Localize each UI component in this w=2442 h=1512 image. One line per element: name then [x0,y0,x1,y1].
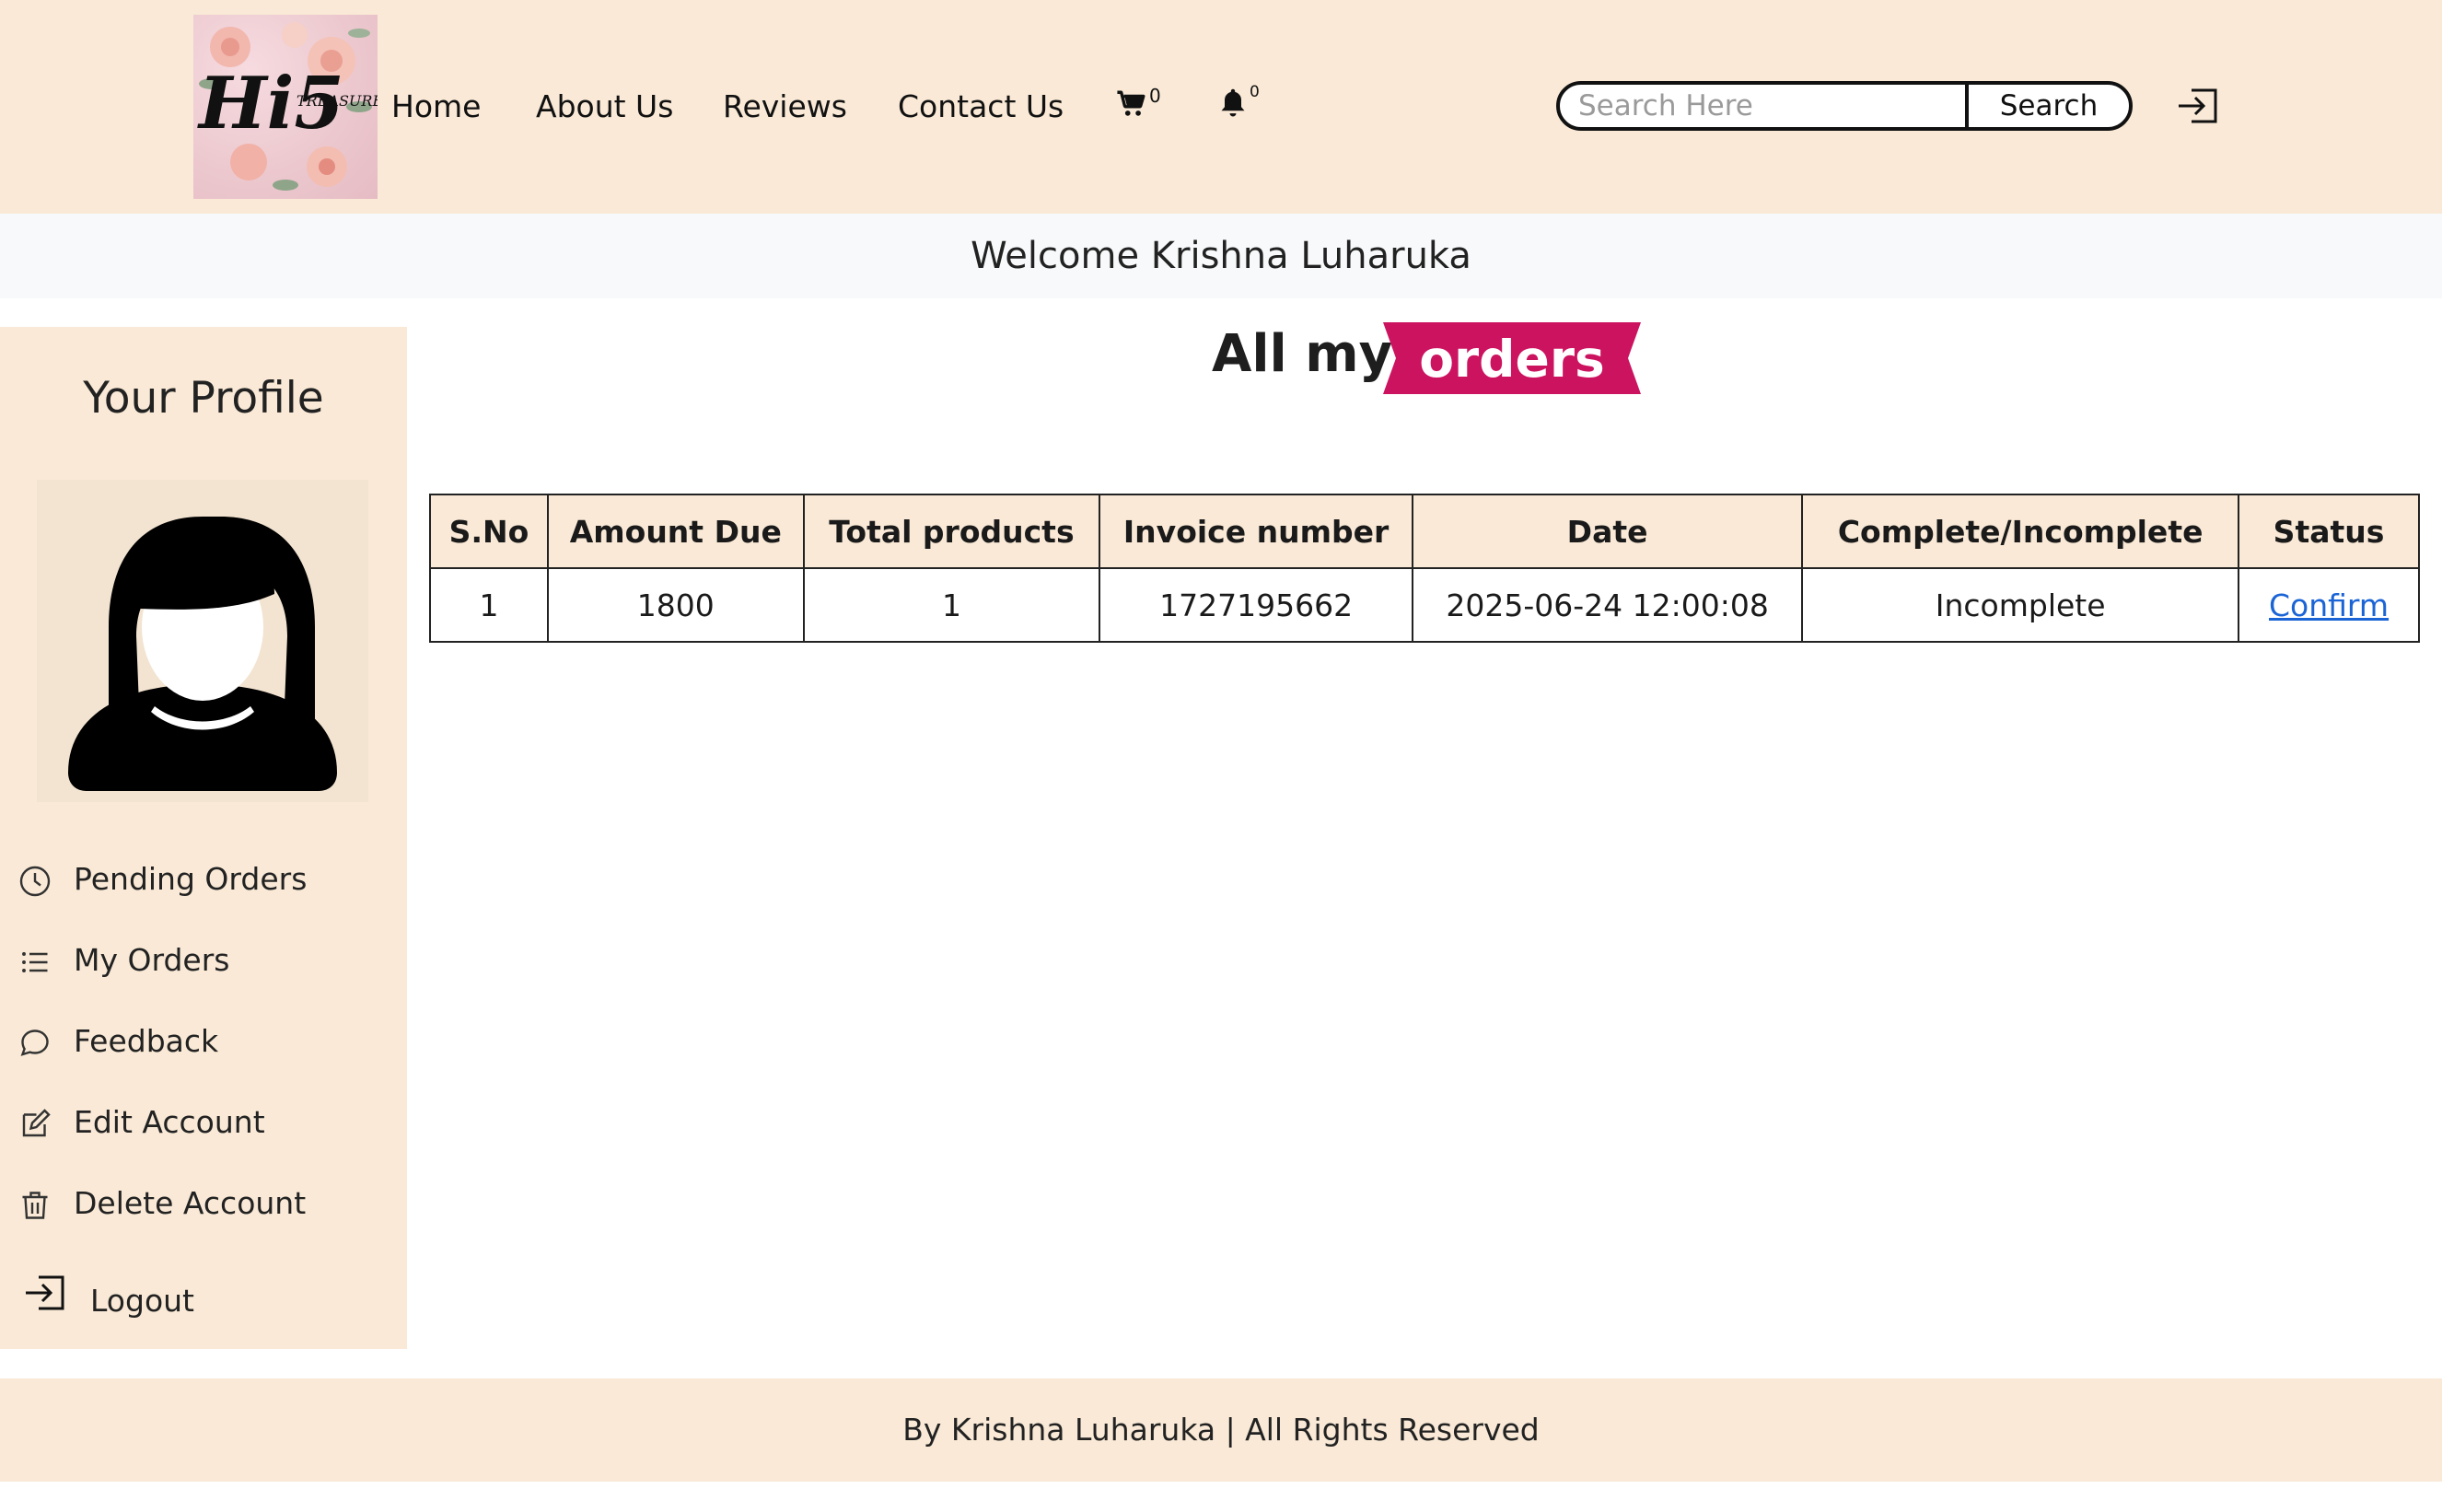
column-header: Date [1411,494,1804,569]
chat-bubble-icon [18,1027,52,1064]
list-icon [18,946,52,983]
orders-table: S.No Amount Due Total products Invoice n… [429,494,2420,643]
cell-sno: 1 [429,567,549,643]
login-icon[interactable] [2175,85,2221,131]
sidebar-item-logout[interactable]: Logout [22,1266,390,1321]
sidebar-item-my-orders[interactable]: My Orders [18,933,387,988]
column-header: Status [2238,494,2420,569]
column-header: Complete/Incomplete [1801,494,2240,569]
column-header: Amount Due [546,494,805,569]
nav-link-reviews[interactable]: Reviews [723,88,847,125]
table-header-row: S.No Amount Due Total products Invoice n… [429,494,2420,569]
welcome-banner: Welcome Krishna Luharuka [0,214,2442,298]
trash-icon [18,1189,52,1226]
cell-invoice-number: 1727195662 [1099,567,1413,643]
top-navbar: Hi5 TREASURES Home About Us Reviews Cont… [0,0,2442,214]
edit-icon [18,1108,52,1145]
heading-prefix: All my [1212,324,1393,384]
nav-link-home[interactable]: Home [391,88,481,125]
sidebar-item-label: Pending Orders [74,861,308,897]
column-header: Total products [802,494,1101,569]
column-header: S.No [429,494,549,569]
heading-ribbon: orders [1383,322,1641,394]
cart-icon[interactable] [1116,88,1147,123]
profile-sidebar: Your Profile Pending Orders My Orders Fe… [0,327,407,1349]
column-header: Invoice number [1099,494,1413,569]
sidebar-item-label: Edit Account [74,1104,265,1140]
search-input[interactable] [1571,85,1972,127]
sidebar-item-edit-account[interactable]: Edit Account [18,1095,387,1150]
sidebar-item-pending-orders[interactable]: Pending Orders [18,852,387,907]
sidebar-item-label: Feedback [74,1023,219,1059]
logout-icon [22,1272,68,1318]
cell-amount-due: 1800 [546,567,805,643]
nav-link-contact-us[interactable]: Contact Us [898,88,1064,125]
sidebar-item-label: My Orders [74,942,230,978]
cell-date: 2025-06-24 12:00:08 [1411,567,1804,643]
cell-total-products: 1 [802,567,1101,643]
search-form: Search [1556,81,2133,131]
clock-icon [18,865,52,901]
cell-completion: Incomplete [1801,567,2240,643]
logo-subtext: TREASURES [297,92,378,110]
female-user-avatar-icon [37,480,368,802]
sidebar-item-feedback[interactable]: Feedback [18,1014,387,1069]
sidebar-item-label: Logout [90,1283,194,1319]
bell-icon[interactable] [1217,87,1249,123]
brand-logo[interactable]: Hi5 TREASURES [193,15,378,199]
sidebar-item-delete-account[interactable]: Delete Account [18,1176,387,1231]
footer: By Krishna Luharuka | All Rights Reserve… [0,1378,2442,1482]
search-button[interactable]: Search [1965,81,2133,131]
profile-title: Your Profile [83,373,324,424]
cell-status: Confirm [2238,567,2420,643]
notification-count: 0 [1250,83,1260,101]
nav-link-about-us[interactable]: About Us [536,88,673,125]
cart-count: 0 [1149,85,1161,107]
table-row: 1 1800 1 1727195662 2025-06-24 12:00:08 … [429,567,2420,643]
heading-highlight: orders [1419,330,1605,389]
confirm-link[interactable]: Confirm [2269,587,2389,623]
sidebar-item-label: Delete Account [74,1185,307,1221]
